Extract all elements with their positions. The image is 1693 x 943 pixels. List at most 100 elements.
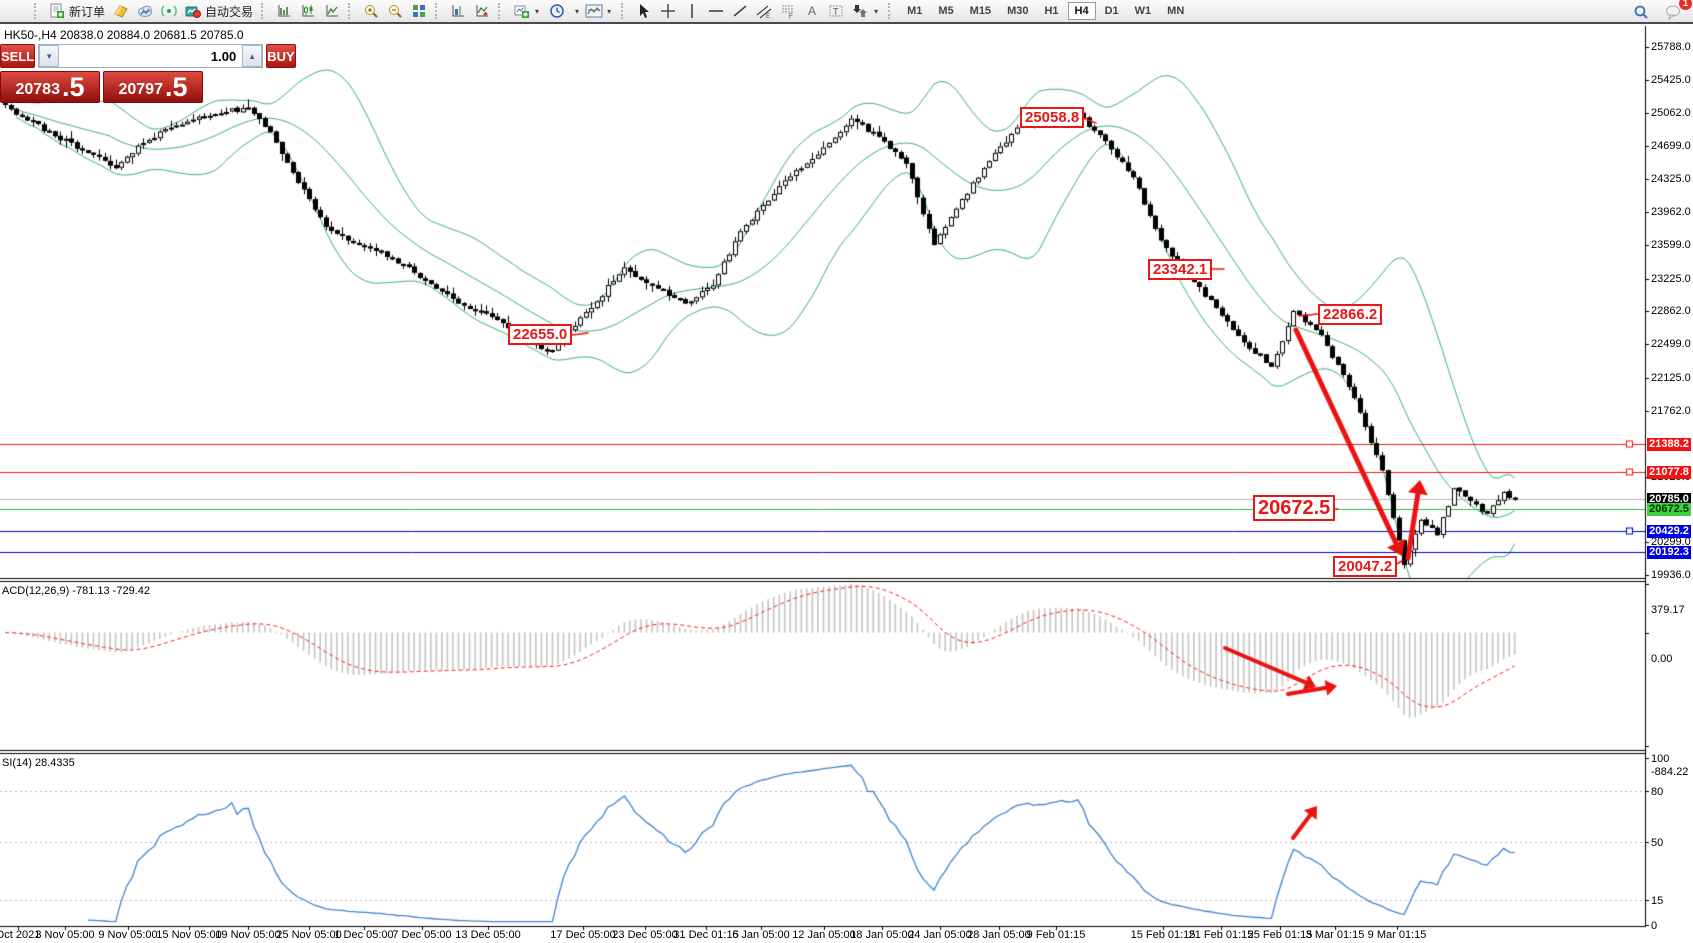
price-callout[interactable]: 20672.5 [1253, 495, 1335, 521]
equidistant-channel-button[interactable]: E [752, 1, 776, 21]
buy-price-main: 20797 [118, 79, 163, 101]
fibonacci-icon: F [780, 3, 796, 19]
trendline-icon [732, 3, 748, 19]
price-axis-label: 23962.0 [1651, 206, 1691, 218]
auto-trading-button[interactable]: 自动交易 [181, 1, 257, 22]
time-axis-label: 12 Jan 05:00 [792, 929, 856, 941]
price-callout[interactable]: 23342.1 [1148, 259, 1212, 280]
time-axis-label: 19 Nov 05:00 [215, 929, 280, 941]
timeframe-m15[interactable]: M15 [963, 2, 998, 20]
toolbar-drag-handle[interactable] [34, 3, 41, 19]
rsi-axis-label: 80 [1651, 786, 1663, 798]
price-axis-label: 23599.0 [1651, 239, 1691, 251]
volume-up-button[interactable]: ▲ [242, 45, 262, 67]
price-axis-label: 24699.0 [1651, 140, 1691, 152]
clock-button[interactable] [545, 1, 569, 21]
buy-price[interactable]: 20797 .5 [103, 71, 203, 103]
sell-price[interactable]: 20783 .5 [0, 71, 100, 103]
text-button[interactable]: A [800, 1, 824, 21]
timeframe-h4[interactable]: H4 [1068, 2, 1096, 20]
timeframe-m5[interactable]: M5 [931, 2, 960, 20]
time-axis-label: 1 Dec 05:00 [334, 929, 393, 941]
time-axis-label: 15 Nov 05:00 [156, 929, 221, 941]
time-axis-label: 23 Dec 05:00 [612, 929, 677, 941]
rsi-axis-label: 0 [1651, 920, 1657, 932]
quotes-button[interactable] [109, 1, 133, 21]
price-axis-label: 25062.0 [1651, 107, 1691, 119]
svg-text:F: F [789, 14, 793, 19]
vertical-line-button[interactable] [680, 1, 704, 21]
time-axis-label: 3 Nov 05:00 [35, 929, 94, 941]
chart-canvas[interactable] [0, 25, 1693, 943]
navigator-button[interactable] [470, 1, 494, 21]
timeframe-m1[interactable]: M1 [900, 2, 929, 20]
line-chart-button[interactable] [320, 1, 344, 21]
new-order-button[interactable]: 新订单 [45, 1, 109, 22]
timeframe-m30[interactable]: M30 [1000, 2, 1035, 20]
price-tag: 21388.2 [1647, 438, 1691, 451]
price-axis-label: 25788.0 [1651, 41, 1691, 53]
tile-windows-button[interactable] [407, 1, 431, 21]
tile-windows-icon [411, 3, 427, 19]
timeframe-w1[interactable]: W1 [1128, 2, 1159, 20]
zoom-out-button[interactable] [383, 1, 407, 21]
price-callout[interactable]: 22866.2 [1318, 304, 1382, 325]
profiles-button[interactable]: ▾ ▾ [569, 1, 617, 21]
new-chart-button[interactable]: ▾ [509, 1, 545, 21]
buy-button[interactable]: BUY [266, 44, 295, 68]
profiles-caret-left: ▾ [573, 7, 581, 16]
arrows-button[interactable]: ▾ [848, 1, 884, 21]
fibonacci-button[interactable]: F [776, 1, 800, 21]
rsi-axis-label: 50 [1651, 837, 1663, 849]
new-order-label: 新订单 [69, 3, 105, 20]
new-chart-icon [513, 3, 529, 19]
crosshair-button[interactable] [656, 1, 680, 21]
timeframe-h1[interactable]: H1 [1037, 2, 1065, 20]
signals-button[interactable] [157, 1, 181, 21]
quotes-icon [113, 3, 129, 19]
price-tag: 20429.2 [1647, 525, 1691, 538]
time-axis-label: 24 Jan 05:00 [908, 929, 972, 941]
data-window-icon [450, 3, 466, 19]
cursor-button[interactable] [632, 1, 656, 21]
bar-chart-button[interactable] [272, 1, 296, 21]
chat-button[interactable]: 1 [1661, 2, 1685, 22]
buy-price-pips: .5 [165, 74, 188, 101]
svg-text:E: E [766, 14, 770, 19]
search-button[interactable] [1629, 2, 1653, 22]
horizontal-line-button[interactable] [704, 1, 728, 21]
cloud-chart-icon [137, 3, 153, 19]
timeframe-mn[interactable]: MN [1160, 2, 1191, 20]
text-label-button[interactable]: T [824, 1, 848, 21]
vertical-line-icon [684, 3, 700, 19]
price-callout[interactable]: 22655.0 [508, 324, 572, 345]
price-callout[interactable]: 25058.8 [1020, 107, 1084, 128]
zoom-in-icon [363, 3, 379, 19]
time-axis-label: 25 Nov 05:00 [276, 929, 341, 941]
trendline-button[interactable] [728, 1, 752, 21]
macd-indicator-label: ACD(12,26,9) -781.13 -729.42 [2, 585, 150, 597]
bar-chart-icon [276, 3, 292, 19]
time-axis-label: 18 Jan 05:00 [850, 929, 914, 941]
horizontal-line-icon [708, 3, 724, 19]
timeframe-group: M1M5M15M30H1H4D1W1MN [899, 0, 1192, 23]
volume-input[interactable] [59, 45, 242, 67]
mt4-terminal: 新订单 自动交易 [0, 0, 1693, 943]
price-tag: 21077.8 [1647, 466, 1691, 479]
volume-stepper: ▼ ▲ [38, 44, 263, 68]
volume-down-button[interactable]: ▼ [39, 45, 59, 67]
time-axis-label: 9 Nov 05:00 [98, 929, 157, 941]
price-callout[interactable]: 20047.2 [1333, 556, 1397, 577]
price-axis-label: 23225.0 [1651, 273, 1691, 285]
macd-axis-label: -884.22 [1651, 766, 1688, 778]
channel-icon: E [756, 3, 772, 19]
zoom-in-button[interactable] [359, 1, 383, 21]
sell-button[interactable]: SELL [0, 44, 35, 68]
signal-icon [161, 3, 177, 19]
data-window-button[interactable] [446, 1, 470, 21]
time-axis-label: 9 Feb 01:15 [1027, 929, 1086, 941]
timeframe-d1[interactable]: D1 [1098, 2, 1126, 20]
candlestick-chart-button[interactable] [296, 1, 320, 21]
zoom-out-icon [387, 3, 403, 19]
market-watch-button[interactable] [133, 1, 157, 21]
